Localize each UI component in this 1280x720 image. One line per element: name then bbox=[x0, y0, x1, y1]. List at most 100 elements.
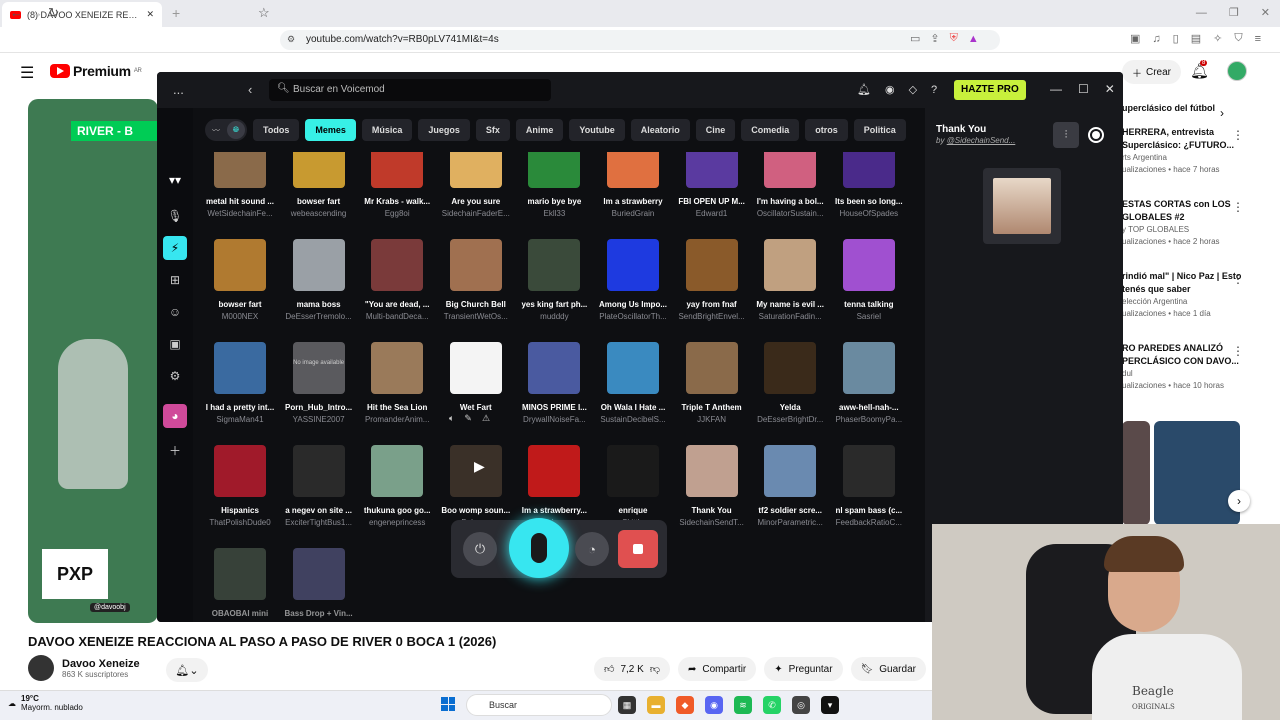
sound-tile[interactable]: Yelda DeEsserBrightDr... bbox=[751, 342, 829, 424]
sound-tile[interactable]: thukuna goo go... engeneprincess bbox=[358, 445, 436, 527]
bookmark-icon[interactable]: ☆ bbox=[258, 5, 270, 21]
brave-icon[interactable]: ◆ bbox=[676, 696, 694, 714]
edit-icon[interactable]: ✎ bbox=[464, 413, 472, 424]
sound-tile[interactable]: nl spam bass (c... FeedbackRatioC... bbox=[830, 445, 908, 527]
sound-tile[interactable]: OBAOBAI mini bbox=[201, 548, 279, 620]
tag-icon[interactable]: ◇ bbox=[909, 83, 917, 96]
close-window-icon[interactable]: ✕ bbox=[1261, 6, 1270, 19]
sound-tile[interactable]: Hit the Sea Lion PromanderAnim... bbox=[358, 342, 436, 424]
channel-name[interactable]: Davoo Xeneize bbox=[62, 658, 140, 670]
apps-icon[interactable]: ⊞ bbox=[163, 268, 187, 292]
sound-tile[interactable]: FBI OPEN UP M... Edward1 bbox=[673, 152, 751, 218]
shield-icon[interactable]: ⛉ bbox=[1234, 32, 1242, 45]
sound-tile[interactable]: yay from fnaf SendBrightEnvel... bbox=[673, 239, 751, 321]
reload-icon[interactable]: ↻ bbox=[48, 5, 59, 21]
hazte-pro-button[interactable]: HAZTE PRO bbox=[954, 80, 1026, 100]
sound-tile[interactable]: Big Church Bell TransientWetOs... bbox=[437, 239, 515, 321]
sound-tile[interactable]: mario bye bye Ekll33 bbox=[515, 152, 593, 218]
whatsapp-icon[interactable]: ✆ bbox=[763, 696, 781, 714]
hamburger-menu-icon[interactable]: ☰ bbox=[20, 63, 34, 83]
subscription-bell-button[interactable]: 🔔︎ ⌄ bbox=[166, 658, 208, 682]
sound-tile[interactable]: Mr Krabs - walk... Egg8oi bbox=[358, 152, 436, 218]
sound-tile[interactable]: MINOS PRIME I... DrywallNoiseFa... bbox=[515, 342, 593, 424]
taskbar-search-input[interactable]: Buscar bbox=[466, 694, 612, 716]
restore-icon[interactable]: ❐ bbox=[1229, 6, 1239, 19]
save-button[interactable]: 🔖︎ Guardar bbox=[850, 657, 926, 681]
microphone-button[interactable] bbox=[509, 518, 569, 578]
shorts-thumbnail[interactable] bbox=[1122, 421, 1150, 525]
sound-tile[interactable]: I had a pretty int... SigmaMan41 bbox=[201, 342, 279, 424]
category-tab[interactable]: Juegos bbox=[418, 119, 470, 141]
sound-tile[interactable]: tf2 soldier scre... MinorParametric... bbox=[751, 445, 829, 527]
category-tab[interactable]: Politica bbox=[853, 119, 906, 141]
category-tab[interactable]: Memes bbox=[305, 119, 356, 141]
warning-icon[interactable]: ⚠︎ bbox=[482, 413, 490, 424]
voicemod-menu-icon[interactable]: ... bbox=[173, 82, 184, 97]
category-tab[interactable]: Aleatorio bbox=[630, 119, 690, 141]
share-icon[interactable]: ⇪ bbox=[930, 32, 939, 45]
category-tab[interactable]: Anime bbox=[515, 119, 564, 141]
soundboard-icon[interactable]: ⚡︎ bbox=[163, 236, 187, 260]
volume-icon[interactable]: 🔈︎ bbox=[449, 413, 454, 424]
obs-icon[interactable]: ◎ bbox=[792, 696, 810, 714]
recommendation-item[interactable]: uperclásico del fútbol bbox=[1122, 102, 1252, 115]
more-options-icon[interactable]: ⋮ bbox=[1232, 272, 1244, 286]
help-icon[interactable]: ? bbox=[931, 84, 937, 96]
close-tab-icon[interactable]: ✕ bbox=[146, 9, 154, 20]
browser-tab[interactable]: (8) DAVOO XENEIZE REACCIONA ✕ bbox=[2, 2, 162, 27]
sound-tile[interactable]: No image available Porn_Hub_Intro... YASSI… bbox=[280, 342, 358, 424]
category-tab[interactable]: otros bbox=[805, 119, 848, 141]
minimize-icon[interactable]: — bbox=[1196, 7, 1207, 19]
hear-myself-button[interactable]: ◔ bbox=[575, 532, 609, 566]
share-button[interactable]: ➦ Compartir bbox=[677, 657, 757, 681]
discord-icon[interactable]: ◉ bbox=[885, 83, 895, 96]
sound-tile[interactable]: Triple T Anthem JJKFAN bbox=[673, 342, 751, 424]
sound-tile[interactable]: My name is evil ... SaturationFadin... bbox=[751, 239, 829, 321]
more-options-icon[interactable]: ⋮ bbox=[1232, 128, 1244, 142]
forward-icon[interactable]: → bbox=[30, 5, 43, 20]
view-toggle[interactable]: 〰 🌐︎ bbox=[205, 119, 247, 141]
channel-avatar[interactable] bbox=[28, 655, 54, 681]
windows-start-icon[interactable] bbox=[441, 697, 455, 711]
maximize-icon[interactable]: ☐ bbox=[1078, 82, 1089, 96]
weather-widget[interactable]: ☁ 19°C Mayorm. nublado bbox=[8, 694, 83, 712]
sound-tile[interactable]: Bass Drop + Vin... bbox=[280, 548, 358, 620]
sound-tile[interactable]: bowser fart M000NEX bbox=[201, 239, 279, 321]
waveform-icon[interactable]: 〰 bbox=[207, 121, 225, 139]
cast-icon[interactable]: ▭ bbox=[910, 32, 920, 45]
category-tab[interactable]: Todos bbox=[253, 119, 300, 141]
store-icon[interactable]: ▣ bbox=[163, 332, 187, 356]
wallet-icon[interactable]: ▤ bbox=[1191, 32, 1201, 45]
address-bar[interactable]: youtube.com/watch?v=RB0pLV741MI&t=4s bbox=[280, 30, 1000, 50]
category-tab[interactable]: Cine bbox=[695, 119, 736, 141]
equalizer-button[interactable]: ⫶ bbox=[1053, 122, 1079, 148]
rewards-icon[interactable]: ▲ bbox=[968, 33, 979, 45]
shorts-thumbnail[interactable] bbox=[1154, 421, 1240, 525]
voice-changer-icon[interactable]: 🎙︎ bbox=[163, 204, 187, 228]
like-button[interactable]: 👍︎ 7,2 K 👎︎ bbox=[594, 657, 670, 681]
add-icon[interactable]: ＋ bbox=[163, 438, 187, 462]
sound-tile[interactable]: Oh Wala I Hate ... SustainDecibelS... bbox=[594, 342, 672, 424]
voicemod-search-input[interactable]: Buscar en Voicemod bbox=[269, 79, 551, 101]
character-icon[interactable]: ◕ bbox=[163, 404, 187, 428]
sound-tile[interactable]: enriqueSkittle bbox=[594, 445, 672, 527]
category-tab[interactable]: Música bbox=[361, 119, 413, 141]
music-icon[interactable]: ♫ bbox=[1152, 33, 1160, 45]
sound-tile[interactable]: Are you sure SidechainFaderE... bbox=[437, 152, 515, 218]
site-info-icon[interactable]: ⚙ bbox=[287, 34, 295, 45]
sidebar-icon[interactable]: ▯ bbox=[1173, 32, 1179, 45]
more-options-icon[interactable]: ⋮ bbox=[1232, 200, 1244, 214]
extension-icon[interactable]: ▣ bbox=[1130, 32, 1140, 45]
category-tab[interactable]: Comedia bbox=[741, 119, 800, 141]
sound-tile[interactable]: a negev on site ... ExciterTightBus1... bbox=[280, 445, 358, 527]
now-playing-author-link[interactable]: @SidechainSend... bbox=[947, 136, 1016, 145]
record-button[interactable] bbox=[1088, 127, 1104, 143]
back-icon[interactable]: ← bbox=[10, 5, 23, 20]
sound-tile[interactable]: Im a strawberry BuriedGrain bbox=[594, 152, 672, 218]
next-shorts-button[interactable]: › bbox=[1228, 490, 1250, 512]
brave-shield-icon[interactable]: ⛨ bbox=[950, 32, 958, 45]
sound-tile[interactable]: I'm having a bol... OscillatorSustain... bbox=[751, 152, 829, 218]
globe-icon[interactable]: 🌐︎ bbox=[227, 121, 245, 139]
discord-icon[interactable]: ◉ bbox=[705, 696, 723, 714]
minimize-icon[interactable]: — bbox=[1050, 82, 1062, 96]
